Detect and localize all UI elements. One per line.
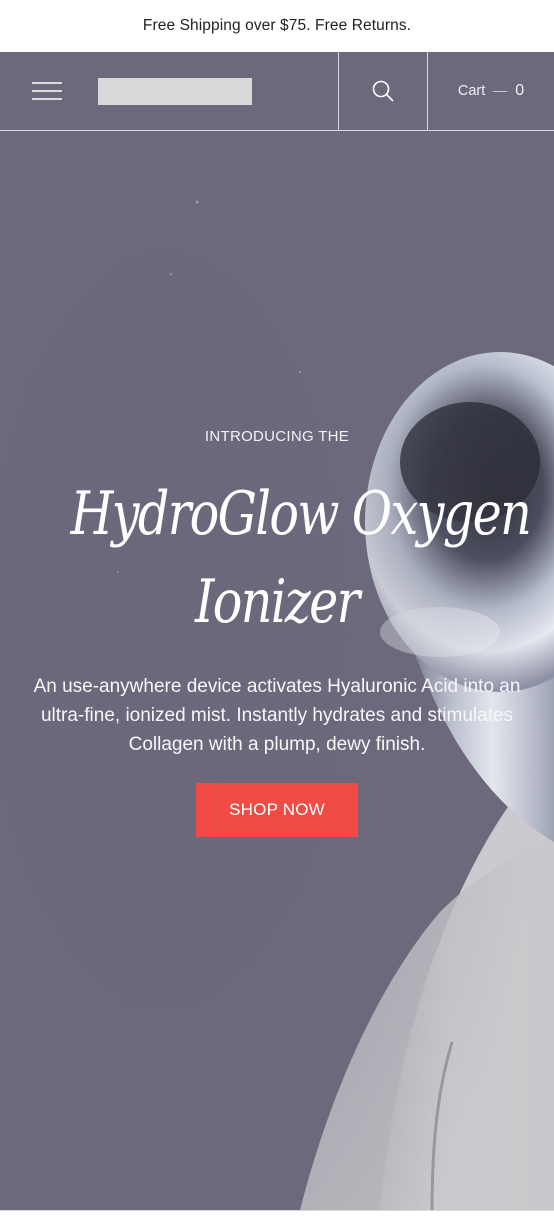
brand-logo-placeholder [98,77,252,105]
hamburger-menu-icon [32,82,62,100]
hero-title-line-1: HydroGlow Oxygen [70,479,531,549]
hero-description: An use-anywhere device activates Hyaluro… [33,676,521,755]
search-button[interactable] [338,52,427,130]
search-icon [372,80,394,102]
logo-link[interactable] [94,52,338,130]
hero-content: INTRODUCING THE HydroGlow Oxygen Ionizer… [0,52,554,1210]
cart-button[interactable]: Cart 0 [427,52,554,130]
hero-eyebrow: INTRODUCING THE [204,428,350,445]
cart-label: Cart [457,83,486,99]
cart-separator [493,90,508,92]
hero-title-line-2: Ionizer [195,567,360,637]
hero-title: HydroGlow Oxygen Ionizer [20,470,534,646]
announcement-bar: Free Shipping over $75. Free Returns. [0,0,554,53]
shop-now-button[interactable]: SHOP NOW [196,783,358,837]
cart-count: 0 [515,82,525,99]
menu-button[interactable] [0,52,94,130]
site-header: Cart 0 [0,52,554,131]
announcement-text: Free Shipping over $75. Free Returns. [142,17,412,34]
